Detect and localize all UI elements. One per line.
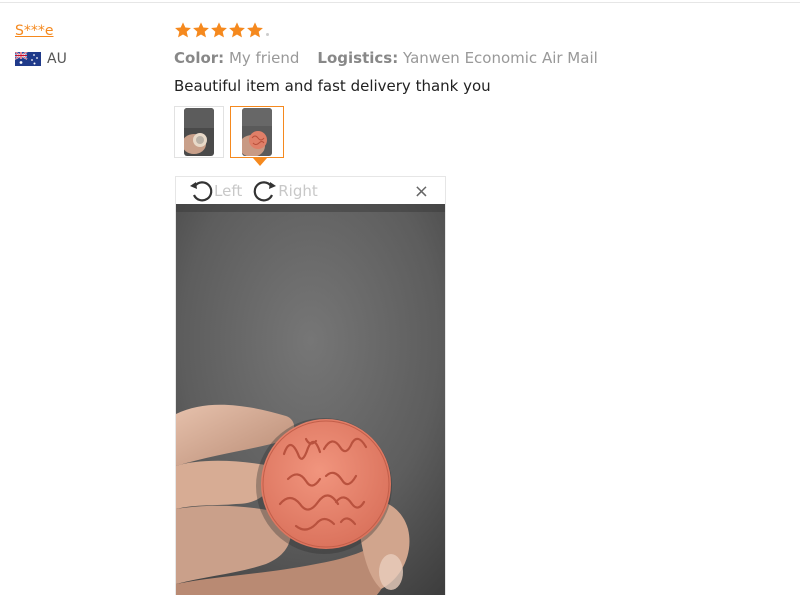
star-icon xyxy=(229,22,245,38)
rotate-left-button[interactable]: Left xyxy=(188,178,242,204)
review-thumbnail-2[interactable] xyxy=(230,106,284,166)
rotate-left-label: Left xyxy=(214,181,243,200)
star-icon xyxy=(211,22,227,38)
thumbnail-image xyxy=(184,108,214,156)
rotate-right-button[interactable]: Right xyxy=(252,178,318,204)
rotate-left-icon xyxy=(190,180,213,201)
australia-flag-icon xyxy=(15,52,41,66)
active-thumbnail-pointer xyxy=(253,158,267,166)
color-label: Color: xyxy=(174,49,225,67)
divider xyxy=(0,2,800,3)
reviewer-name-link[interactable]: S***e xyxy=(15,23,54,39)
close-icon[interactable]: × xyxy=(414,181,429,202)
rotate-right-label: Right xyxy=(278,181,318,200)
logistics-value: Yanwen Economic Air Mail xyxy=(403,49,598,67)
thumbnail-image xyxy=(242,108,272,156)
review-thumbnail-1[interactable] xyxy=(174,106,224,158)
reviewer-country: AU xyxy=(15,51,145,67)
reviewer-info: S***e AU xyxy=(15,20,145,67)
color-info: Color: My friend xyxy=(174,49,299,67)
rating-dot xyxy=(266,32,269,36)
logistics-info: Logistics: Yanwen Economic Air Mail xyxy=(317,49,597,67)
star-icon xyxy=(175,22,191,38)
review-content: Color: My friend Logistics: Yanwen Econo… xyxy=(174,20,774,166)
star-icon xyxy=(193,22,209,38)
star-rating xyxy=(174,20,774,40)
review-thumbnails xyxy=(174,106,774,166)
color-value: My friend xyxy=(228,49,300,67)
review-photo xyxy=(176,204,445,595)
image-viewer: Left Right × xyxy=(175,176,446,595)
viewer-toolbar: Left Right × xyxy=(176,177,445,204)
review-page: S***e AU Color: My friend Logistics: Yan… xyxy=(0,0,800,595)
rotate-right-icon xyxy=(253,180,277,201)
logistics-label: Logistics: xyxy=(317,49,399,67)
review-text: Beautiful item and fast delivery thank y… xyxy=(174,77,491,95)
review-meta: Color: My friend Logistics: Yanwen Econo… xyxy=(174,49,774,67)
star-icon xyxy=(247,22,263,38)
country-code: AU xyxy=(47,51,67,67)
